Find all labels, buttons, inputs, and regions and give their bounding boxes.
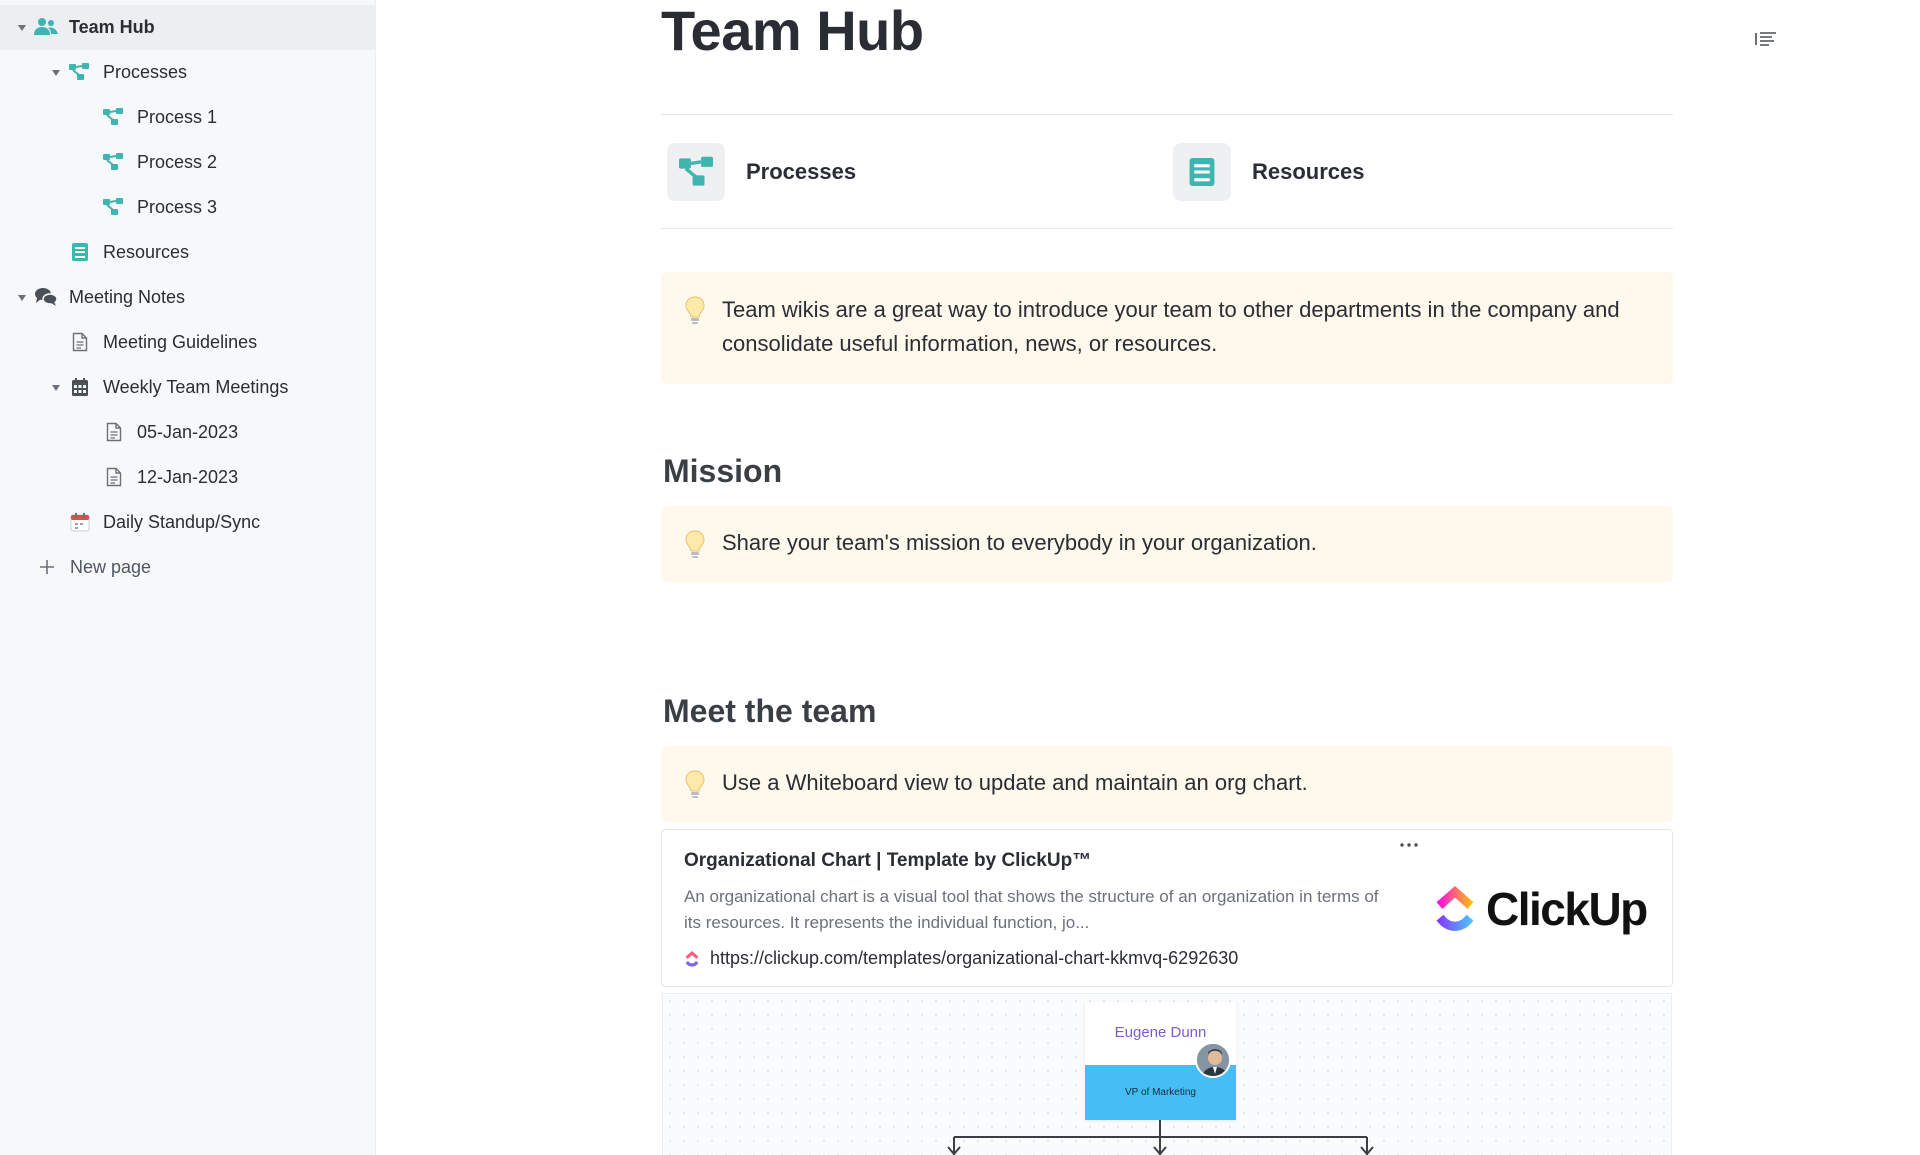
sidebar-item-label: Meeting Notes	[69, 287, 186, 307]
clickup-favicon-icon	[685, 950, 699, 967]
lightbulb-icon	[685, 530, 705, 558]
processes-link-card[interactable]: Processes	[667, 140, 856, 204]
sidebar-item-processes[interactable]: Processes	[0, 50, 376, 95]
new-page-label: New page	[70, 557, 152, 577]
link-card-label: Processes	[746, 159, 857, 184]
intro-callout[interactable]: Team wikis are a great way to introduce …	[661, 272, 1673, 384]
team-icon	[34, 15, 58, 39]
clickup-logo-text: ClickUp	[1486, 883, 1648, 935]
plus-icon	[35, 555, 59, 579]
sidebar-item-process-1[interactable]: Process 1	[0, 95, 376, 140]
resources-link-card[interactable]: Resources	[1173, 140, 1365, 204]
mission-heading[interactable]: Mission	[663, 453, 782, 490]
document-icon	[102, 420, 126, 444]
document-icon	[68, 330, 92, 354]
lightbulb-icon	[685, 770, 705, 798]
sidebar-item-05-jan-2023[interactable]: 05-Jan-2023	[0, 410, 376, 455]
book-icon	[1173, 143, 1231, 201]
bookmark-url: https://clickup.com/templates/organizati…	[710, 948, 1239, 968]
flow-icon	[101, 105, 125, 129]
new-page-button[interactable]: New page	[0, 545, 376, 590]
table-of-contents-button[interactable]	[1752, 27, 1780, 51]
sidebar: Team Hub Processes Process 1 Process 2 P…	[0, 0, 376, 1155]
link-card-label: Resources	[1252, 159, 1365, 184]
callout-text: Use a Whiteboard view to update and main…	[722, 770, 1308, 795]
sidebar-item-weekly-team-meetings[interactable]: Weekly Team Meetings	[0, 365, 376, 410]
bookmark-card[interactable]: Organizational Chart | Template by Click…	[661, 829, 1673, 987]
caret-down-icon[interactable]	[50, 67, 62, 79]
sidebar-item-meeting-guidelines[interactable]: Meeting Guidelines	[0, 320, 376, 365]
clickup-logo-icon	[1436, 886, 1474, 931]
sidebar-item-label: Process 3	[137, 197, 218, 217]
divider	[661, 114, 1673, 115]
flow-icon	[101, 195, 125, 219]
sidebar-item-meeting-notes[interactable]: Meeting Notes	[0, 275, 376, 320]
document-icon	[102, 465, 126, 489]
sidebar-item-label: 05-Jan-2023	[137, 422, 239, 442]
sidebar-item-label: Weekly Team Meetings	[103, 377, 289, 397]
sidebar-item-label: Team Hub	[69, 17, 155, 37]
caret-down-icon[interactable]	[50, 382, 62, 394]
clickup-logo: ClickUp	[1432, 878, 1656, 940]
chat-icon	[34, 285, 58, 309]
bookmark-title: Organizational Chart | Template by Click…	[684, 850, 1092, 871]
sidebar-item-process-3[interactable]: Process 3	[0, 185, 376, 230]
flow-icon	[101, 150, 125, 174]
sidebar-item-team-hub[interactable]: Team Hub	[0, 5, 376, 50]
meet-the-team-heading[interactable]: Meet the team	[663, 693, 876, 730]
sidebar-item-label: Process 1	[137, 107, 218, 127]
sidebar-item-label: Meeting Guidelines	[103, 332, 258, 352]
bookmark-description: An organizational chart is a visual tool…	[684, 887, 1379, 932]
more-options-icon[interactable]	[1394, 836, 1424, 854]
book-icon	[68, 240, 92, 264]
sidebar-item-resources[interactable]: Resources	[0, 230, 376, 275]
sidebar-item-label: Processes	[103, 62, 188, 82]
sidebar-item-process-2[interactable]: Process 2	[0, 140, 376, 185]
flow-icon	[667, 143, 725, 201]
mission-callout[interactable]: Share your team's mission to everybody i…	[661, 506, 1673, 582]
sidebar-item-daily-standup[interactable]: Daily Standup/Sync	[0, 500, 376, 545]
whiteboard-embed[interactable]: Eugene Dunn VP of Marketing	[662, 993, 1672, 1155]
callout-text: Share your team's mission to everybody i…	[722, 530, 1317, 555]
flow-icon	[67, 60, 91, 84]
tear-off-calendar-icon	[68, 510, 92, 534]
sidebar-item-label: Process 2	[137, 152, 218, 172]
caret-down-icon[interactable]	[16, 22, 28, 34]
sidebar-item-label: Resources	[103, 242, 190, 262]
sidebar-item-label: 12-Jan-2023	[137, 467, 239, 487]
callout-text: Team wikis are a great way to introduce …	[722, 297, 1620, 356]
list-icon	[1755, 32, 1776, 46]
divider	[661, 228, 1673, 229]
calendar-icon	[68, 375, 92, 399]
team-callout[interactable]: Use a Whiteboard view to update and main…	[661, 746, 1673, 822]
sidebar-item-12-jan-2023[interactable]: 12-Jan-2023	[0, 455, 376, 500]
lightbulb-icon	[685, 296, 705, 324]
bookmark-url-row[interactable]: https://clickup.com/templates/organizati…	[684, 948, 1238, 969]
page-title[interactable]: Team Hub	[661, 0, 924, 62]
sidebar-item-label: Daily Standup/Sync	[103, 512, 261, 532]
caret-down-icon[interactable]	[16, 292, 28, 304]
org-chart-connectors	[947, 1120, 1374, 1155]
